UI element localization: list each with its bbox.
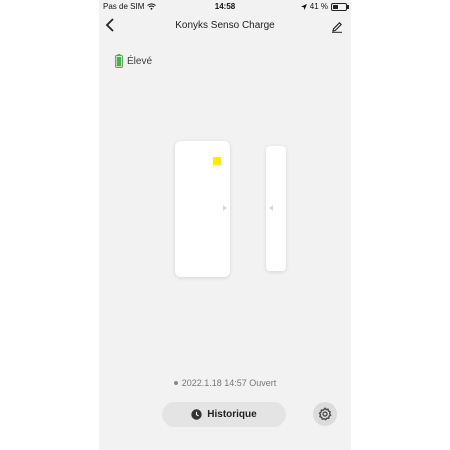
location-icon xyxy=(300,3,307,10)
pencil-icon xyxy=(332,22,342,33)
status-bar: Pas de SIM 14:58 41 % xyxy=(99,0,351,14)
last-event-text: 2022.1.18 14:57 Ouvert xyxy=(181,378,277,388)
battery-percent: 41 % xyxy=(309,2,328,11)
back-button[interactable] xyxy=(105,18,119,34)
battery-level-icon xyxy=(115,54,123,68)
app-screen: Pas de SIM 14:58 41 % Konyks Senso Charg… xyxy=(99,0,351,450)
gear-icon xyxy=(318,407,332,421)
sensor-led-indicator xyxy=(213,157,221,165)
nav-bar: Konyks Senso Charge xyxy=(99,14,351,38)
event-dot-icon xyxy=(173,381,178,385)
edit-button[interactable] xyxy=(331,20,345,34)
battery-icon xyxy=(331,2,349,11)
alignment-arrow-icon xyxy=(269,205,273,211)
alignment-arrow-icon xyxy=(223,205,227,211)
battery-status: Élevé xyxy=(115,54,152,68)
settings-button[interactable] xyxy=(313,402,337,426)
chevron-left-icon xyxy=(105,18,114,32)
last-event: 2022.1.18 14:57 Ouvert xyxy=(99,378,351,388)
door-sensor-body xyxy=(175,141,230,277)
door-sensor-magnet xyxy=(266,146,286,271)
history-label: Historique xyxy=(207,409,257,420)
clock-icon xyxy=(191,409,202,420)
history-button[interactable]: Historique xyxy=(162,402,286,427)
status-right: 41 % xyxy=(300,2,349,11)
page-title: Konyks Senso Charge xyxy=(175,20,275,31)
battery-level-label: Élevé xyxy=(127,55,153,67)
